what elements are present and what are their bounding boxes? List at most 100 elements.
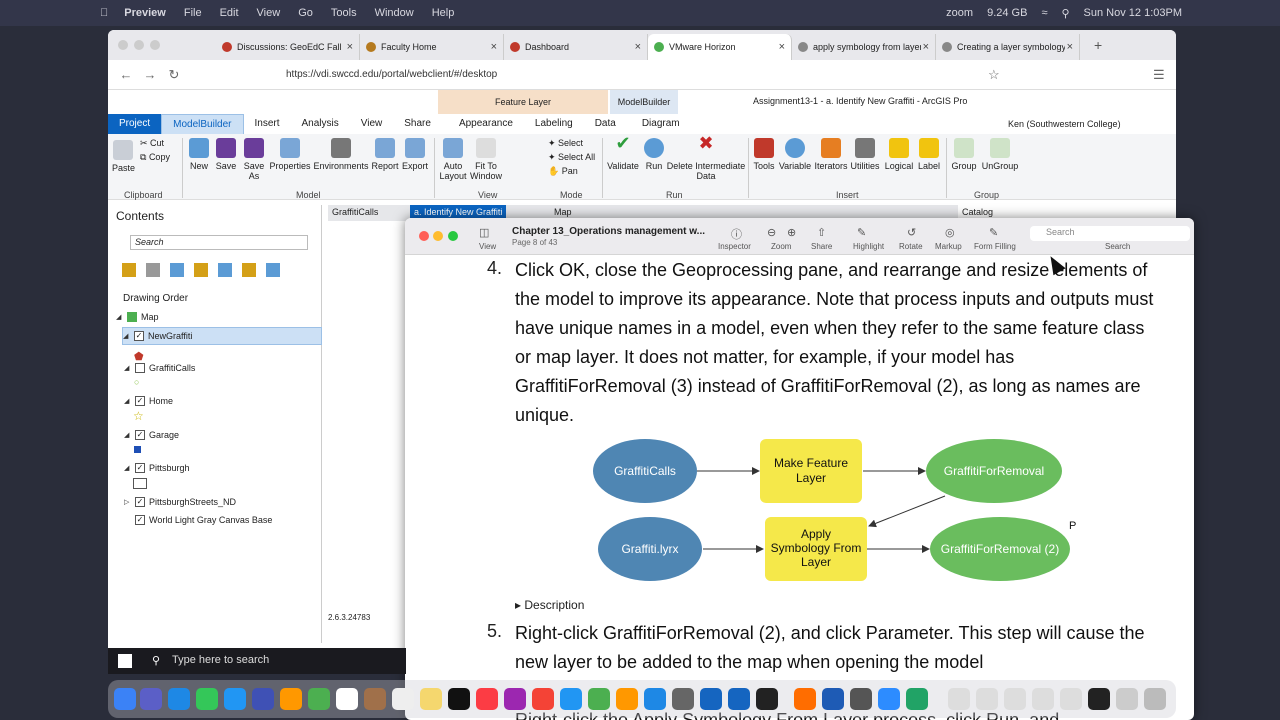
visibility-checkbox[interactable]: ✓ (134, 331, 144, 341)
markup-icon[interactable]: ◎ (945, 226, 955, 239)
list-by-selection-icon[interactable] (170, 263, 184, 277)
form-filling-icon[interactable]: ✎ (989, 226, 998, 239)
apple-icon[interactable]:  (100, 7, 108, 19)
excel-icon[interactable] (906, 688, 928, 710)
run-button[interactable]: Run (642, 138, 666, 171)
iterators-button[interactable]: Iterators (814, 138, 848, 171)
close-window-button[interactable] (419, 231, 429, 241)
reminders-icon[interactable] (392, 688, 414, 710)
tab-view[interactable]: View (350, 114, 394, 134)
minimize-window-button[interactable] (433, 231, 443, 241)
settings-icon[interactable] (672, 688, 694, 710)
tab-project[interactable]: Project (108, 114, 162, 134)
maximize-window-button[interactable] (150, 40, 160, 50)
numbers-icon[interactable] (588, 688, 610, 710)
inspector-label[interactable]: Inspector (718, 242, 751, 251)
select-all-button[interactable]: ✦ Select All (548, 152, 595, 162)
report-button[interactable]: Report (370, 138, 400, 171)
bookmark-star-icon[interactable]: ☆ (988, 67, 1000, 83)
document-icon[interactable] (948, 688, 970, 710)
list-by-snapping-icon[interactable] (218, 263, 232, 277)
windows-search-box[interactable]: Type here to search (172, 654, 269, 666)
tab-modelbuilder[interactable]: ModelBuilder (161, 114, 244, 134)
contacts-icon[interactable] (364, 688, 386, 710)
label-button[interactable]: Label (916, 138, 942, 171)
tab-insert[interactable]: Insert (244, 114, 291, 134)
screen-icon[interactable] (1088, 688, 1110, 710)
close-tab-icon[interactable]: × (779, 41, 785, 53)
visibility-checkbox[interactable]: ✓ (135, 463, 145, 473)
close-tab-icon[interactable]: × (347, 41, 353, 53)
paste-button[interactable]: Paste (112, 140, 135, 173)
document-icon[interactable] (1032, 688, 1054, 710)
list-by-perspective-icon[interactable] (266, 263, 280, 277)
pages-icon[interactable] (616, 688, 638, 710)
copy-button[interactable]: ⧉ Copy (140, 152, 170, 162)
cut-button[interactable]: ✂ Cut (140, 138, 164, 148)
trash-icon[interactable] (1144, 688, 1166, 710)
close-tab-icon[interactable]: × (635, 41, 641, 53)
notes-icon[interactable] (420, 688, 442, 710)
search-input[interactable]: Search (1030, 226, 1190, 241)
form-filling-label[interactable]: Form Filling (974, 242, 1016, 251)
environments-button[interactable]: Environments (312, 138, 370, 171)
app-icon[interactable] (850, 688, 872, 710)
save-button[interactable]: Save (214, 138, 238, 171)
safari-icon[interactable] (168, 688, 190, 710)
utilities-button[interactable]: Utilities (848, 138, 882, 171)
layer-home[interactable]: ◢ ✓ Home (124, 396, 173, 406)
folder-icon[interactable] (1116, 688, 1138, 710)
select-button[interactable]: ✦ Select (548, 138, 583, 148)
menu-app[interactable]: Preview (124, 7, 166, 19)
tab-data[interactable]: Data (584, 114, 627, 134)
visibility-checkbox[interactable]: ✓ (135, 430, 145, 440)
browser-tab-active[interactable]: VMware Horizon × (648, 34, 792, 60)
app-store-icon[interactable] (644, 688, 666, 710)
tab-appearance[interactable]: Appearance (448, 114, 524, 134)
document-icon[interactable] (976, 688, 998, 710)
visibility-checkbox[interactable]: ✓ (135, 396, 145, 406)
list-by-drawing-order-icon[interactable] (122, 263, 136, 277)
close-tab-icon[interactable]: × (1067, 41, 1073, 53)
browser-tab[interactable]: Dashboard × (504, 34, 648, 60)
close-tab-icon[interactable]: × (491, 41, 497, 53)
new-button[interactable]: New (186, 138, 212, 171)
firefox-icon[interactable] (794, 688, 816, 710)
sidebar-icon[interactable]: ◫ (479, 226, 489, 239)
zoom-out-icon[interactable]: ⊖ (767, 226, 776, 239)
menu-edit[interactable]: Edit (220, 7, 239, 19)
ungroup-button[interactable]: UnGroup (980, 138, 1020, 171)
list-by-source-icon[interactable] (146, 263, 160, 277)
tools-button[interactable]: Tools (752, 138, 776, 171)
url-field[interactable]: https://vdi.swccd.edu/portal/webclient/#… (286, 69, 497, 80)
zoom-status[interactable]: zoom (946, 7, 973, 19)
clock[interactable]: Sun Nov 12 1:03PM (1084, 7, 1182, 19)
tab-analysis[interactable]: Analysis (291, 114, 350, 134)
back-icon[interactable]: ← (114, 67, 138, 82)
visibility-checkbox[interactable]: ✓ (135, 515, 145, 525)
layer-pittsburghstreets-nd[interactable]: ▷ ✓ PittsburghStreets_ND (124, 497, 236, 507)
description-toggle[interactable]: ▸ Description (515, 598, 584, 612)
layer-basemap[interactable]: ✓ World Light Gray Canvas Base (124, 515, 272, 525)
rotate-icon[interactable]: ↺ (907, 226, 916, 239)
save-as-button[interactable]: Save As (242, 138, 266, 181)
browser-tab[interactable]: apply symbology from layer × (792, 34, 936, 60)
highlight-label[interactable]: Highlight (853, 242, 884, 251)
tv-icon[interactable] (448, 688, 470, 710)
highlight-icon[interactable]: ✎ (857, 226, 866, 239)
list-by-labeling-icon[interactable] (242, 263, 256, 277)
share-icon[interactable]: ⇧ (817, 226, 826, 239)
menu-icon[interactable]: ☰ (1153, 67, 1165, 83)
menu-go[interactable]: Go (298, 7, 313, 19)
close-window-button[interactable] (118, 40, 128, 50)
keynote-icon[interactable] (560, 688, 582, 710)
terminal-icon[interactable] (756, 688, 778, 710)
menu-tools[interactable]: Tools (331, 7, 357, 19)
minimize-window-button[interactable] (134, 40, 144, 50)
zoom-meeting-icon[interactable] (878, 688, 900, 710)
menu-view[interactable]: View (257, 7, 281, 19)
launchpad-icon[interactable] (140, 688, 162, 710)
export-button[interactable]: Export (400, 138, 430, 171)
browser-tab[interactable]: Creating a layer symbology file× (936, 34, 1080, 60)
auto-layout-button[interactable]: Auto Layout (438, 138, 468, 181)
